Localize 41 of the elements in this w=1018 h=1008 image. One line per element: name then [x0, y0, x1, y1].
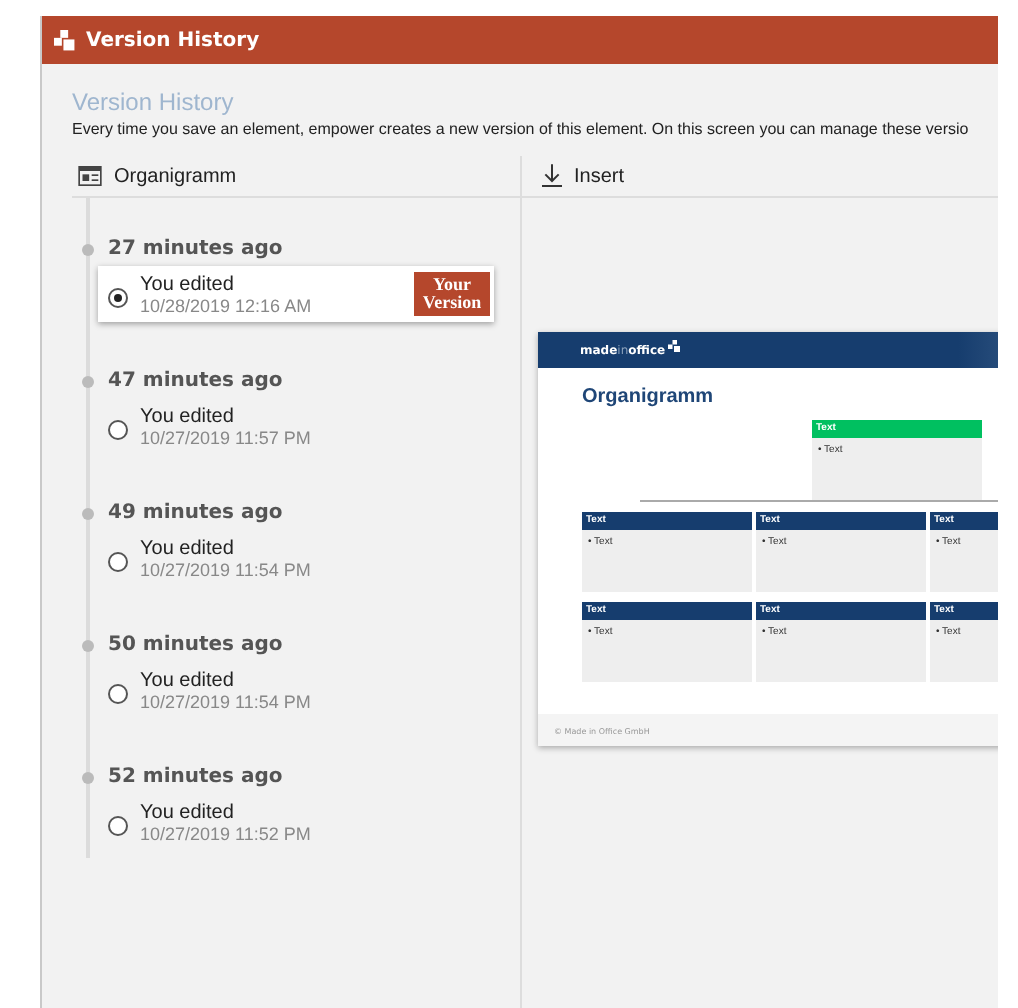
time-label: 49 minutes ago: [108, 502, 283, 524]
version-badge: Your Version: [414, 272, 490, 316]
radio-button[interactable]: [108, 419, 128, 439]
version-item[interactable]: You edited 10/27/2019 11:52 PM: [98, 794, 494, 850]
time-label: 52 minutes ago: [108, 766, 283, 788]
logo-mark-icon: [667, 340, 680, 352]
slide-title: Organigramm: [580, 384, 716, 408]
version-date: 10/27/2019 11:54 PM: [140, 691, 313, 711]
radio-button[interactable]: [108, 815, 128, 835]
version-date: 10/27/2019 11:57 PM: [140, 427, 313, 447]
radio-button[interactable]: [108, 683, 128, 703]
version-date: 10/28/2019 12:16 AM: [140, 295, 314, 315]
version-date: 10/27/2019 11:54 PM: [140, 559, 313, 579]
version-item[interactable]: You edited 10/27/2019 11:57 PM: [98, 398, 494, 454]
version-item[interactable]: You edited 10/27/2019 11:54 PM: [98, 662, 494, 718]
time-label: 50 minutes ago: [108, 634, 283, 656]
version-action: You edited: [140, 537, 236, 559]
timeline-dot-icon: [82, 639, 94, 651]
app-logo-icon: [54, 29, 76, 51]
version-action: You edited: [140, 273, 236, 295]
window-icon: [78, 166, 102, 186]
timeline-dot-icon: [82, 507, 94, 519]
element-name: Organigramm: [114, 165, 237, 187]
time-label: 47 minutes ago: [108, 370, 283, 392]
page-heading: Version History: [72, 88, 236, 116]
radio-button[interactable]: [108, 551, 128, 571]
version-action: You edited: [140, 801, 236, 823]
time-label: 27 minutes ago: [108, 238, 283, 260]
version-action: You edited: [140, 405, 236, 427]
window-title: Version History: [86, 29, 260, 51]
timeline-dot-icon: [82, 375, 94, 387]
timeline-dot-icon: [82, 771, 94, 783]
insert-button[interactable]: Insert: [528, 158, 633, 194]
description-text: Every time you save an element, empower creates a new version of this element. On this screen you can manage these versio: [72, 120, 971, 138]
download-arrow-icon: [542, 164, 562, 188]
version-action: You edited: [140, 669, 236, 691]
version-item[interactable]: You edited 10/28/2019 12:16 AM Your Version: [98, 266, 494, 322]
timeline-dot-icon: [82, 243, 94, 255]
version-date: 10/27/2019 11:52 PM: [140, 823, 313, 843]
radio-button[interactable]: [108, 287, 128, 307]
version-item[interactable]: You edited 10/27/2019 11:54 PM: [98, 530, 494, 586]
